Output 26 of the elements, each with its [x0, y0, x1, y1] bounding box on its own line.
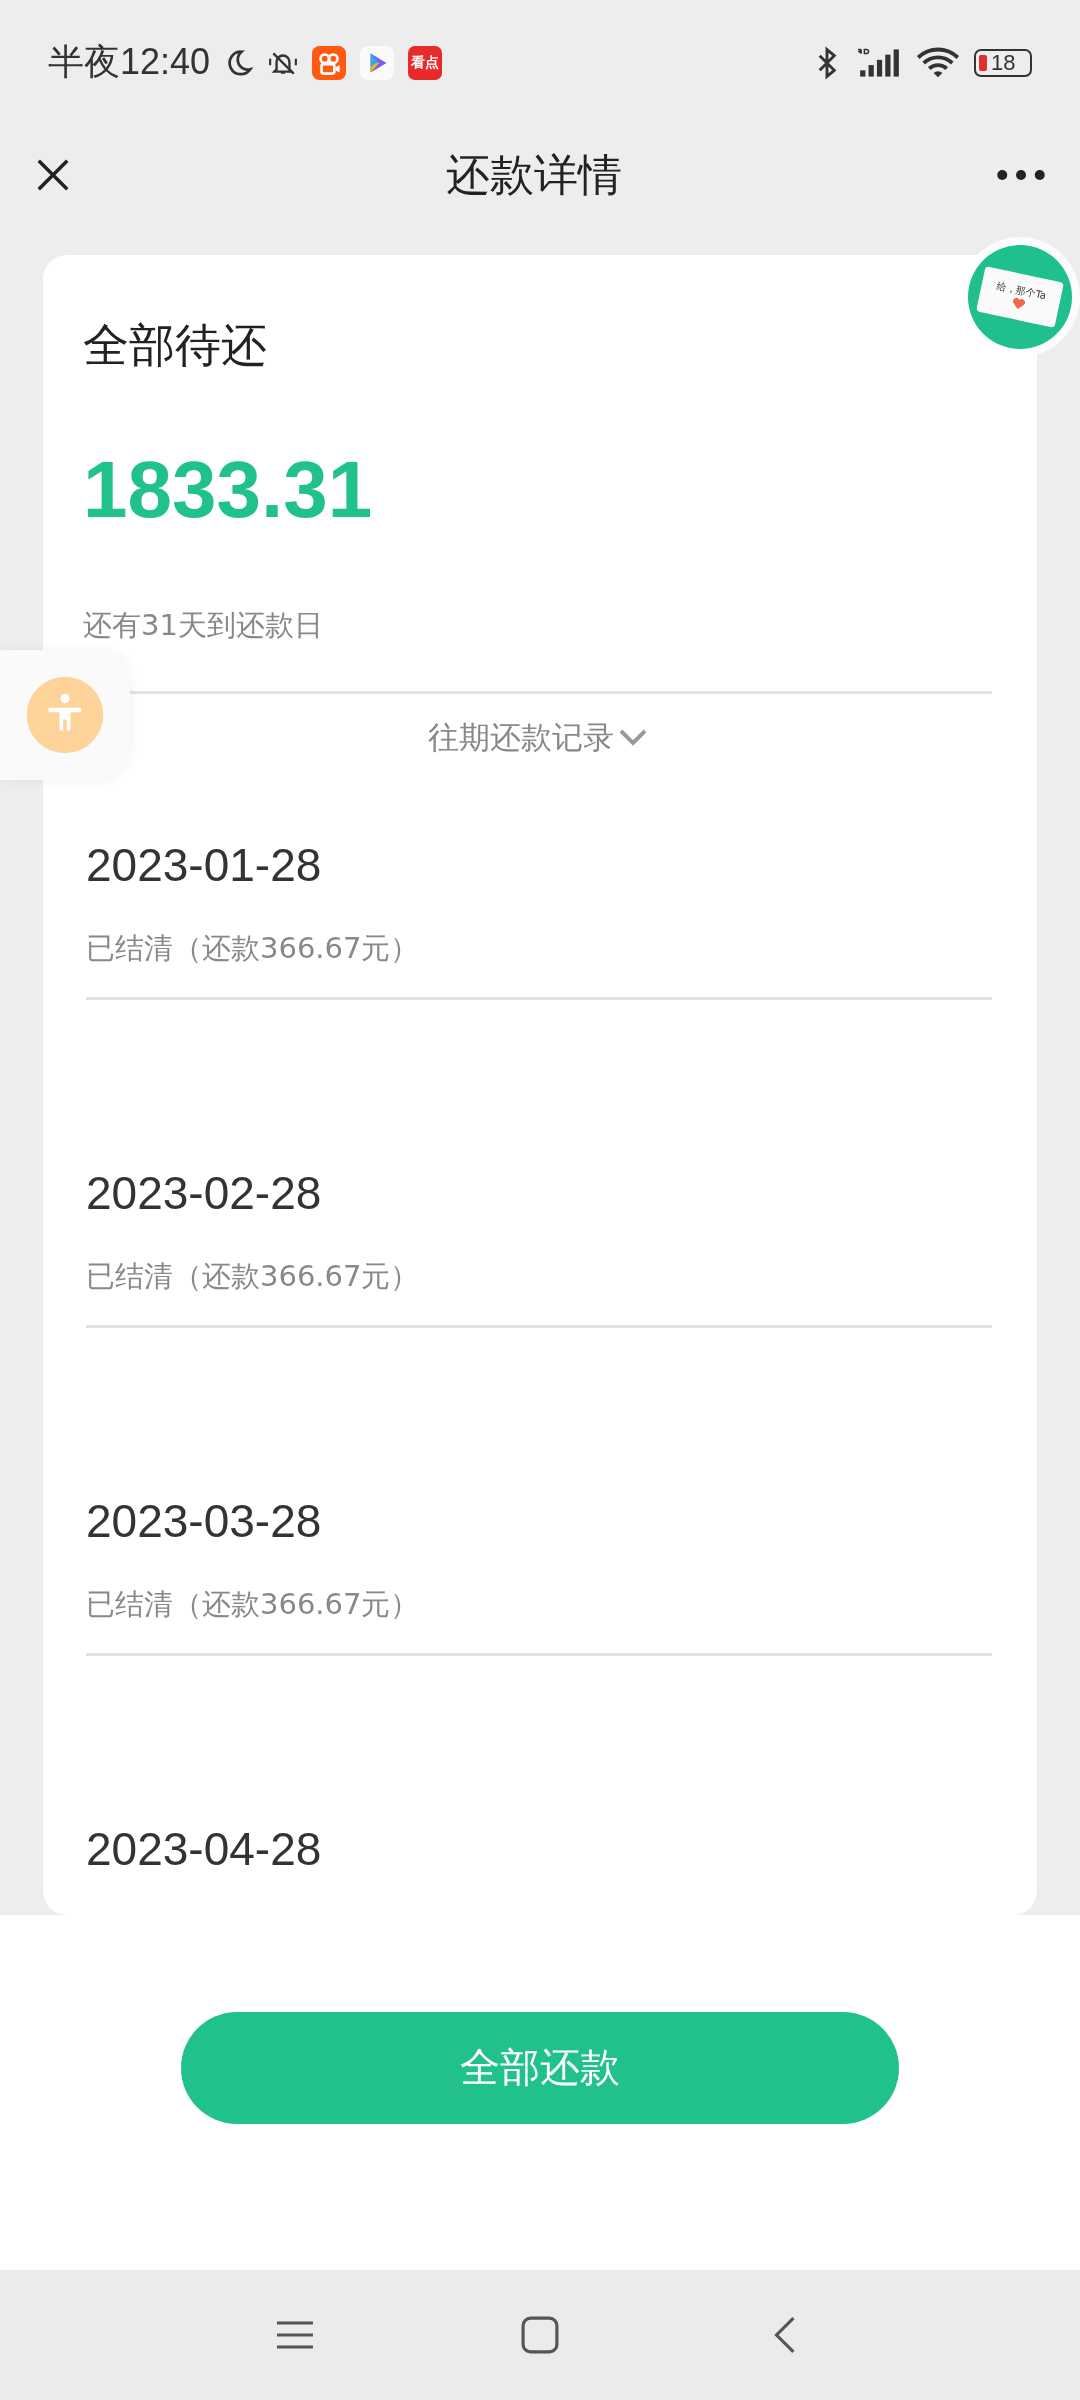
record-date: 2023-03-28	[86, 1494, 323, 1549]
record-status: 已结清（还款366.67元）	[86, 930, 421, 967]
clock-time: 半夜12:40	[48, 40, 211, 84]
record-status: 已结清（还款366.67元）	[86, 1258, 421, 1295]
balance-label: 全部待还	[83, 317, 268, 374]
play-app-icon	[360, 45, 395, 80]
balance-amount: 1833.31	[83, 444, 374, 536]
pay-all-button[interactable]: 全部还款	[181, 2011, 899, 2124]
home-icon[interactable]	[520, 2316, 560, 2354]
record-status: 已结清（还款366.67元）	[86, 1586, 421, 1623]
signal-icon	[856, 46, 902, 79]
more-icon[interactable]	[996, 168, 1046, 182]
record-date: 2023-02-28	[86, 1166, 323, 1221]
heart-icon	[1010, 296, 1027, 312]
record-date: 2023-04-28	[86, 1822, 323, 1877]
accessibility-icon	[24, 674, 106, 756]
wifi-icon	[916, 45, 960, 80]
due-note: 还有31天到还款日	[83, 607, 324, 644]
chevron-down-icon	[617, 728, 648, 746]
record-date: 2023-01-28	[86, 838, 323, 893]
envelope-text: 给，那个Ta	[995, 279, 1048, 304]
camera-app-icon	[312, 45, 347, 80]
news-app-icon: 看点	[408, 45, 443, 80]
history-link[interactable]: 往期还款记录	[427, 715, 648, 759]
battery-level: 18	[991, 49, 1016, 76]
page-title: 还款详情	[446, 147, 622, 202]
